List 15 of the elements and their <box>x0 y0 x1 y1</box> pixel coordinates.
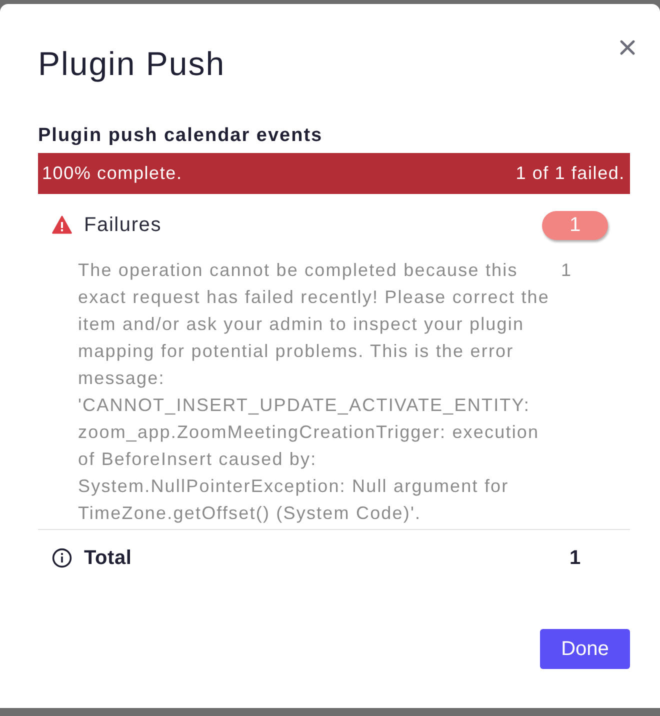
total-label: Total <box>84 546 133 570</box>
close-icon <box>620 40 635 55</box>
warning-icon <box>52 215 72 235</box>
dialog-title: Plugin Push <box>38 44 226 84</box>
progress-status: 100% complete. <box>42 163 182 184</box>
close-button[interactable] <box>620 40 635 55</box>
failures-count: 1 <box>542 210 608 240</box>
total-value: 1 <box>568 546 582 570</box>
done-button[interactable]: Done <box>540 629 630 669</box>
progress-summary: 1 of 1 failed. <box>516 163 625 184</box>
error-message: The operation cannot be completed because this exact request has failed recently! Please correct the item and/or ask your admin to inspect your plugin mapping for potential problems. This is the error message: 'CANNOT_INSERT_UPDATE_ACTIVATE_ENTITY: zoom_app.ZoomMeetingCreationTrigger: execution of BeforeInsert caused by: System.NullPointerException: Null argument for TimeZone.getOffset() (System Code)'. <box>78 259 551 525</box>
failures-label: Failures <box>84 214 163 236</box>
error-count: 1 <box>561 259 572 282</box>
task-title: Plugin push calendar events <box>38 124 324 148</box>
info-icon <box>52 548 72 568</box>
